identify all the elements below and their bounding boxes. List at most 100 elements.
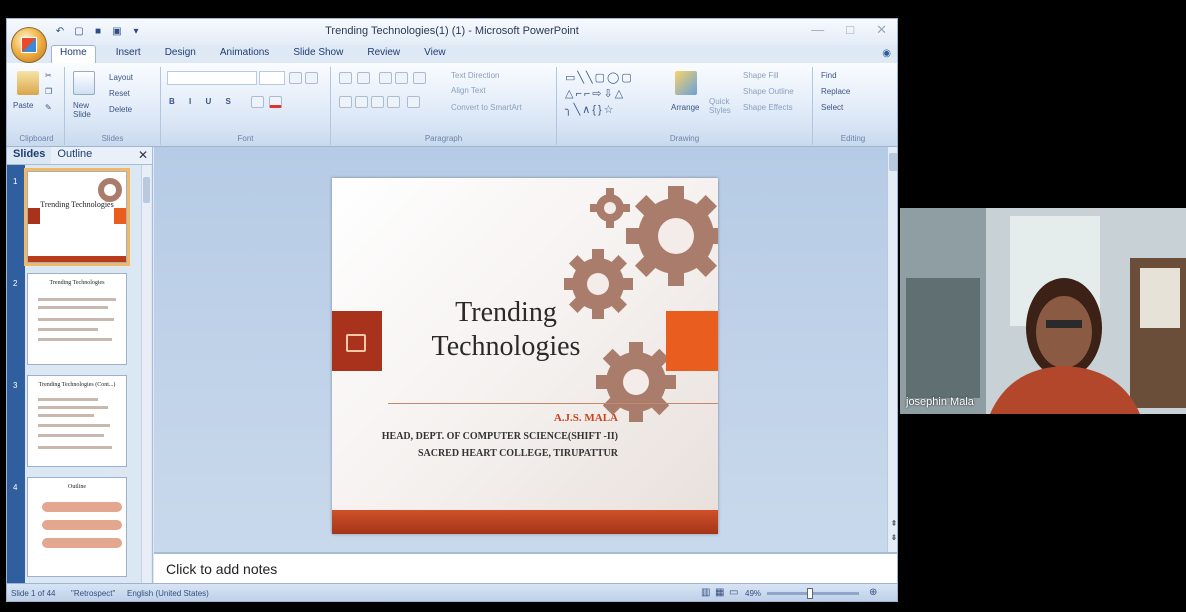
office-button[interactable] (11, 27, 47, 63)
powerpoint-window: ↶ ▢ ■ ▣ ▾ Trending Technologies(1) (1) -… (6, 18, 898, 602)
paste-button[interactable]: Paste (13, 101, 33, 110)
thumb-number: 2 (13, 279, 18, 288)
panel-tabs: Slides Outline (7, 147, 152, 165)
office-logo-icon (21, 37, 37, 53)
slide-department[interactable]: HEAD, DEPT. OF COMPUTER SCIENCE(SHIFT -I… (382, 431, 618, 442)
find-button[interactable]: Find (821, 71, 837, 80)
new-slide-button[interactable]: New Slide (73, 101, 103, 119)
delete-button[interactable]: Delete (109, 105, 132, 114)
minimize-icon[interactable]: — (811, 22, 824, 38)
shapes-gallery-row2[interactable]: △⌐⌐⇨⇩△ (565, 87, 625, 100)
thumb-orange-block (114, 208, 126, 224)
numbering-icon[interactable] (357, 72, 370, 84)
canvas-scrollbar[interactable]: ⇞ ⇟ (887, 147, 897, 552)
help-icon[interactable]: ◉ (882, 48, 891, 59)
slide-thumbnail-1[interactable]: Trending Technologies (24, 168, 130, 266)
slide-author[interactable]: A.J.S. MALA (554, 412, 618, 424)
grow-font-icon[interactable] (289, 72, 302, 84)
font-color-icon[interactable] (269, 96, 282, 108)
arrange-icon[interactable] (675, 71, 697, 95)
zoom-slider[interactable] (767, 588, 859, 599)
format-painter-icon[interactable]: ✎ (45, 103, 52, 112)
replace-button[interactable]: Replace (821, 87, 850, 96)
tab-outline[interactable]: Outline (51, 147, 98, 164)
columns-icon[interactable] (407, 96, 420, 108)
thumb-text-line (38, 398, 98, 401)
zoom-level[interactable]: 49% (745, 589, 761, 598)
slide-title[interactable]: Trending Technologies (406, 296, 606, 364)
tab-design[interactable]: Design (161, 47, 200, 63)
paste-icon[interactable] (17, 71, 39, 95)
tab-home[interactable]: Home (51, 45, 96, 63)
decrease-indent-icon[interactable] (379, 72, 392, 84)
line-spacing-icon[interactable] (413, 72, 426, 84)
layout-button[interactable]: Layout (109, 73, 133, 82)
slide-thumbnail-3[interactable]: Trending Technologies (Cont...) (27, 375, 127, 467)
font-group-label: Font (237, 134, 254, 143)
text-direction-button[interactable]: Text Direction (451, 71, 499, 80)
slide-show-icon[interactable]: ▭ (729, 587, 738, 598)
fit-to-window-icon[interactable]: ⊕ (869, 587, 877, 598)
window-title: Trending Technologies(1) (1) - Microsoft… (325, 25, 579, 37)
font-format-icons[interactable]: B I U S (169, 97, 237, 106)
thumb-text-line (38, 306, 108, 309)
panel-scrollbar[interactable] (141, 165, 151, 583)
status-bar: Slide 1 of 44 "Retrospect" English (Unit… (7, 583, 897, 601)
thumb-footer-bar (28, 256, 126, 262)
convert-smartart-button[interactable]: Convert to SmartArt (451, 103, 522, 112)
cut-icon[interactable]: ✂ (45, 71, 52, 80)
normal-view-icon[interactable]: ▥ (701, 587, 710, 598)
editing-group: Find Replace Select Editing (813, 67, 893, 145)
next-slide-icon[interactable]: ⇟ (889, 533, 897, 542)
align-text-button[interactable]: Align Text (451, 86, 486, 95)
change-case-icon[interactable] (251, 96, 264, 108)
bullets-icon[interactable] (339, 72, 352, 84)
align-right-icon[interactable] (371, 96, 384, 108)
previous-slide-icon[interactable]: ⇞ (889, 519, 897, 528)
align-left-icon[interactable] (339, 96, 352, 108)
increase-indent-icon[interactable] (395, 72, 408, 84)
shapes-gallery-row1[interactable]: ▭╲╲▢◯▢ (565, 71, 634, 84)
tab-animations[interactable]: Animations (216, 47, 273, 63)
shape-outline-button[interactable]: Shape Outline (743, 87, 794, 96)
tab-view[interactable]: View (420, 47, 450, 63)
thumb-number: 1 (13, 177, 18, 186)
tab-review[interactable]: Review (363, 47, 404, 63)
thumb-text-line (38, 424, 110, 427)
font-name-field[interactable] (167, 71, 257, 85)
notes-pane[interactable]: Click to add notes (154, 552, 897, 583)
new-slide-icon[interactable] (73, 71, 95, 95)
panel-scroll-thumb[interactable] (143, 177, 150, 203)
slide-thumbnail-2[interactable]: Trending Technologies (27, 273, 127, 365)
slide-thumbnail-4[interactable]: Outline (27, 477, 127, 577)
thumb-title: Trending Technologies (49, 280, 105, 286)
language-status[interactable]: English (United States) (127, 589, 209, 598)
close-icon[interactable]: ✕ (876, 22, 887, 38)
slide-title-line2: Technologies (431, 331, 581, 362)
tab-slides[interactable]: Slides (7, 147, 52, 164)
notes-placeholder: Click to add notes (166, 561, 278, 577)
align-center-icon[interactable] (355, 96, 368, 108)
quick-styles-button[interactable]: Quick Styles (709, 97, 731, 115)
copy-icon[interactable]: ❐ (45, 87, 52, 96)
shrink-font-icon[interactable] (305, 72, 318, 84)
shapes-gallery-row3[interactable]: ╮╲∧{}☆ (565, 103, 616, 116)
close-panel-icon[interactable]: ✕ (138, 148, 148, 162)
select-button[interactable]: Select (821, 103, 843, 112)
gear-small-hole (604, 202, 616, 214)
tab-insert[interactable]: Insert (112, 47, 145, 63)
slide-sorter-icon[interactable]: ▦ (715, 587, 724, 598)
reset-button[interactable]: Reset (109, 89, 130, 98)
shape-effects-button[interactable]: Shape Effects (743, 103, 793, 112)
arrange-button[interactable]: Arrange (671, 103, 699, 112)
canvas-scroll-thumb[interactable] (889, 153, 897, 171)
shape-fill-button[interactable]: Shape Fill (743, 71, 779, 80)
slide-college[interactable]: SACRED HEART COLLEGE, TIRUPATTUR (418, 448, 618, 459)
tab-slide-show[interactable]: Slide Show (289, 47, 347, 63)
slide[interactable]: Trending Technologies A.J.S. MALA HEAD, … (332, 178, 718, 534)
justify-icon[interactable] (387, 96, 400, 108)
font-size-field[interactable] (259, 71, 285, 85)
screen: ↶ ▢ ■ ▣ ▾ Trending Technologies(1) (1) -… (0, 0, 1186, 612)
zoom-slider-knob[interactable] (807, 588, 813, 599)
maximize-icon[interactable]: □ (846, 22, 854, 38)
